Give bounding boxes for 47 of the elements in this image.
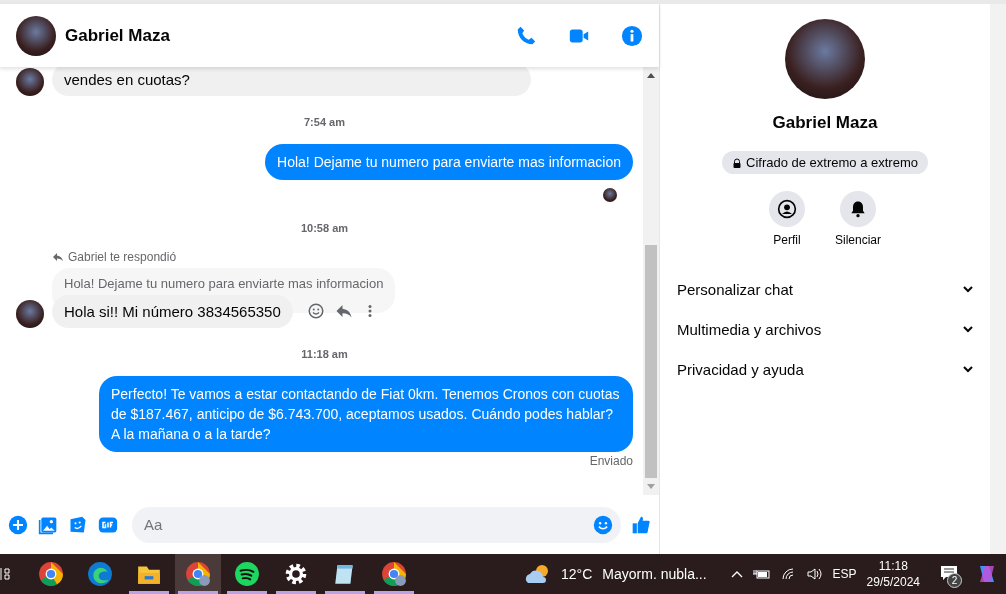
task-view-icon[interactable] (0, 567, 10, 581)
app-icon (87, 561, 113, 587)
section-toggle[interactable]: Privacidad y ayuda (677, 349, 974, 389)
weather-description[interactable]: Mayorm. nubla... (602, 566, 707, 582)
app-icon (234, 561, 260, 587)
message-bubble: Perfecto! Te vamos a estar contactando de Fiat 0km. Tenemos Cronos con cuotas de $187.467, anticipo de $6.743.700, aceptamos usados. Cuándo podes hablar? A la mañana o a la tarde? (99, 376, 633, 452)
plus-icon[interactable] (8, 514, 28, 535)
scrollbar[interactable] (643, 67, 659, 495)
thumbs-up-icon[interactable] (631, 514, 651, 535)
avatar (16, 300, 44, 328)
reply-icon[interactable] (334, 302, 353, 320)
avatar (16, 68, 44, 96)
app-icon (38, 561, 64, 587)
speaker-icon[interactable] (806, 567, 823, 581)
clock[interactable]: 11:18 29/5/2024 (866, 558, 920, 590)
message-status: Enviado (588, 454, 633, 468)
contact-avatar[interactable] (16, 15, 56, 56)
reply-label: Gabriel te respondió (68, 250, 177, 264)
sticker-icon[interactable] (68, 514, 88, 535)
chevron-up-icon[interactable] (730, 569, 743, 579)
timestamp: 7:54 am (303, 116, 346, 128)
profile-name: Gabriel Maza (772, 113, 878, 133)
profile-icon (777, 199, 797, 219)
app-icon (381, 561, 407, 587)
reply-icon (52, 251, 64, 263)
emoji-icon[interactable] (593, 514, 613, 535)
info-icon[interactable] (621, 24, 643, 47)
gear-icon (283, 561, 309, 587)
message-bubble: vendes en cuotas? (52, 67, 531, 96)
message-input[interactable]: Aa (132, 506, 621, 543)
lock-icon (732, 157, 742, 168)
section-toggle[interactable]: Personalizar chat (677, 269, 974, 309)
language-indicator[interactable]: ESP (832, 567, 857, 581)
phone-icon[interactable] (515, 24, 537, 47)
timestamp: 10:58 am (299, 222, 350, 234)
battery-icon[interactable] (752, 568, 771, 580)
contact-name[interactable]: Gabriel Maza (65, 25, 484, 46)
taskbar-app[interactable] (175, 554, 221, 594)
encryption-badge[interactable]: Cifrado de extremo a extremo (722, 151, 928, 174)
section-toggle[interactable]: Multimedia y archivos (677, 309, 974, 349)
emoji-icon[interactable] (306, 302, 325, 320)
encryption-label: Cifrado de extremo a extremo (746, 155, 918, 170)
temperature[interactable]: 12°C (561, 566, 593, 582)
app-icon (185, 561, 211, 587)
message-bubble: Hola si!! Mi número 3834565350 (52, 295, 293, 328)
timestamp: 11:18 am (300, 348, 349, 360)
message-bubble: Hola! Dejame tu numero para enviarte mas informacion (265, 144, 633, 180)
